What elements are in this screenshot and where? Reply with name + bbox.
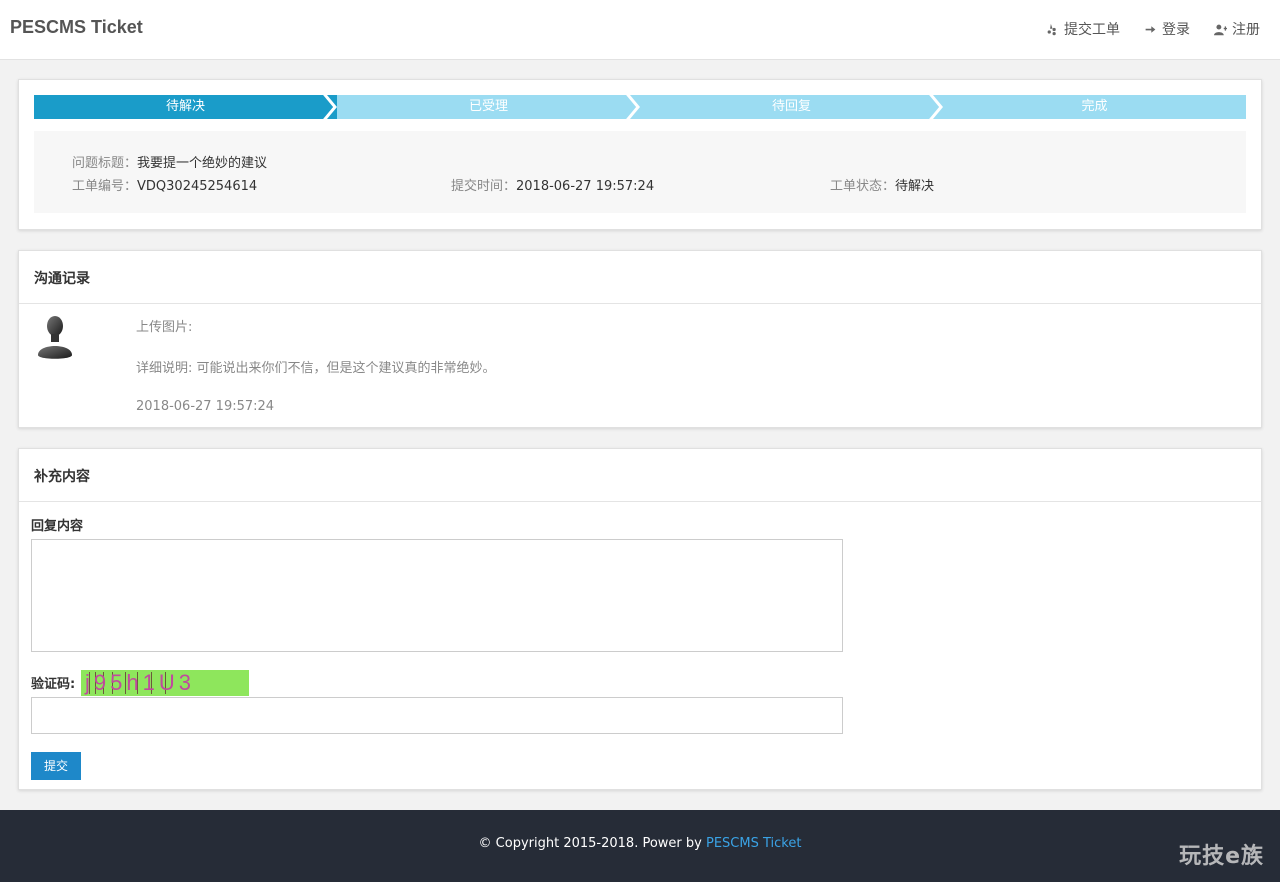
footer-link[interactable]: PESCMS Ticket	[706, 836, 801, 851]
nav-submit-ticket-label: 提交工单	[1064, 22, 1120, 38]
top-navbar: PESCMS Ticket 提交工单 登录 注册	[0, 0, 1280, 60]
record-time: 2018-06-27 19:57:24	[136, 399, 275, 414]
step-arrow-icon	[626, 95, 640, 119]
yelp-icon	[1047, 23, 1056, 35]
records-title: 沟通记录	[34, 271, 90, 287]
step-arrow-icon	[929, 95, 943, 119]
ticket-time-field: 提交时间：2018-06-27 19:57:24	[451, 175, 654, 194]
captcha-label: 验证码:	[31, 677, 76, 692]
nav-register[interactable]: 注册	[1214, 19, 1260, 39]
nav-register-label: 注册	[1232, 22, 1260, 38]
ticket-status-field: 工单状态：待解决	[830, 175, 934, 194]
captcha-image[interactable]: j95h1U3	[81, 670, 249, 696]
brand-logo[interactable]: PESCMS Ticket	[10, 17, 143, 38]
top-nav: 提交工单 登录 注册	[1046, 19, 1260, 39]
ticket-time-value: 2018-06-27 19:57:24	[516, 179, 655, 194]
ticket-summary-panel: 待解决 已受理 待回复 完成 问题标题：我要提一个绝妙的建议 工单编号：VDQ3…	[18, 79, 1262, 230]
step-pending: 待解决	[34, 95, 337, 119]
copyright-text: © Copyright 2015-2018. Power by	[478, 836, 706, 851]
nav-login[interactable]: 登录	[1144, 19, 1190, 39]
ticket-status-value: 待解决	[895, 179, 935, 194]
captcha-text: j95h1U3	[85, 670, 195, 695]
nav-login-label: 登录	[1162, 22, 1190, 38]
step-awaiting-reply: 待回复	[640, 95, 943, 119]
nav-submit-ticket[interactable]: 提交工单	[1046, 19, 1120, 39]
record-detail: 详细说明: 可能说出来你们不信，但是这个建议真的非常绝妙。	[136, 361, 496, 376]
step-accepted: 已受理	[337, 95, 640, 119]
reply-label: 回复内容	[31, 519, 84, 534]
ticket-status-label: 工单状态：	[830, 179, 896, 194]
submit-button[interactable]: 提交	[31, 752, 81, 780]
footer-copyright: © Copyright 2015-2018. Power by PESCMS T…	[0, 836, 1280, 851]
ticket-number-value: VDQ30245254614	[137, 179, 258, 194]
divider	[19, 501, 1261, 502]
step-arrow-icon	[323, 95, 337, 119]
supplement-panel: 补充内容 回复内容 验证码: j95h1U3 提交	[18, 448, 1262, 790]
step-complete: 完成	[943, 95, 1246, 119]
captcha-input[interactable]	[31, 697, 843, 734]
ticket-info: 问题标题：我要提一个绝妙的建议 工单编号：VDQ30245254614 提交时间…	[34, 131, 1246, 213]
ticket-number-label: 工单编号：	[72, 179, 138, 194]
reply-textarea[interactable]	[31, 539, 843, 652]
ticket-title-label: 问题标题：	[72, 156, 138, 171]
ticket-number-field: 工单编号：VDQ30245254614	[72, 175, 257, 194]
record-upload-label: 上传图片:	[136, 320, 193, 335]
communication-records-panel: 沟通记录 上传图片: 详细说明: 可能说出来你们不信，但是这个建议真的非常绝妙。…	[18, 250, 1262, 428]
sign-in-icon	[1145, 25, 1156, 33]
avatar-icon	[38, 316, 72, 359]
ticket-time-label: 提交时间：	[451, 179, 517, 194]
user-plus-icon	[1214, 24, 1227, 35]
footer: © Copyright 2015-2018. Power by PESCMS T…	[0, 810, 1280, 882]
watermark-logo: 玩技e族	[1179, 844, 1264, 869]
supplement-title: 补充内容	[34, 469, 90, 485]
divider	[19, 303, 1261, 304]
progress-steps: 待解决 已受理 待回复 完成	[34, 95, 1246, 119]
ticket-title-value: 我要提一个绝妙的建议	[137, 156, 268, 171]
ticket-title-field: 问题标题：我要提一个绝妙的建议	[72, 152, 267, 171]
